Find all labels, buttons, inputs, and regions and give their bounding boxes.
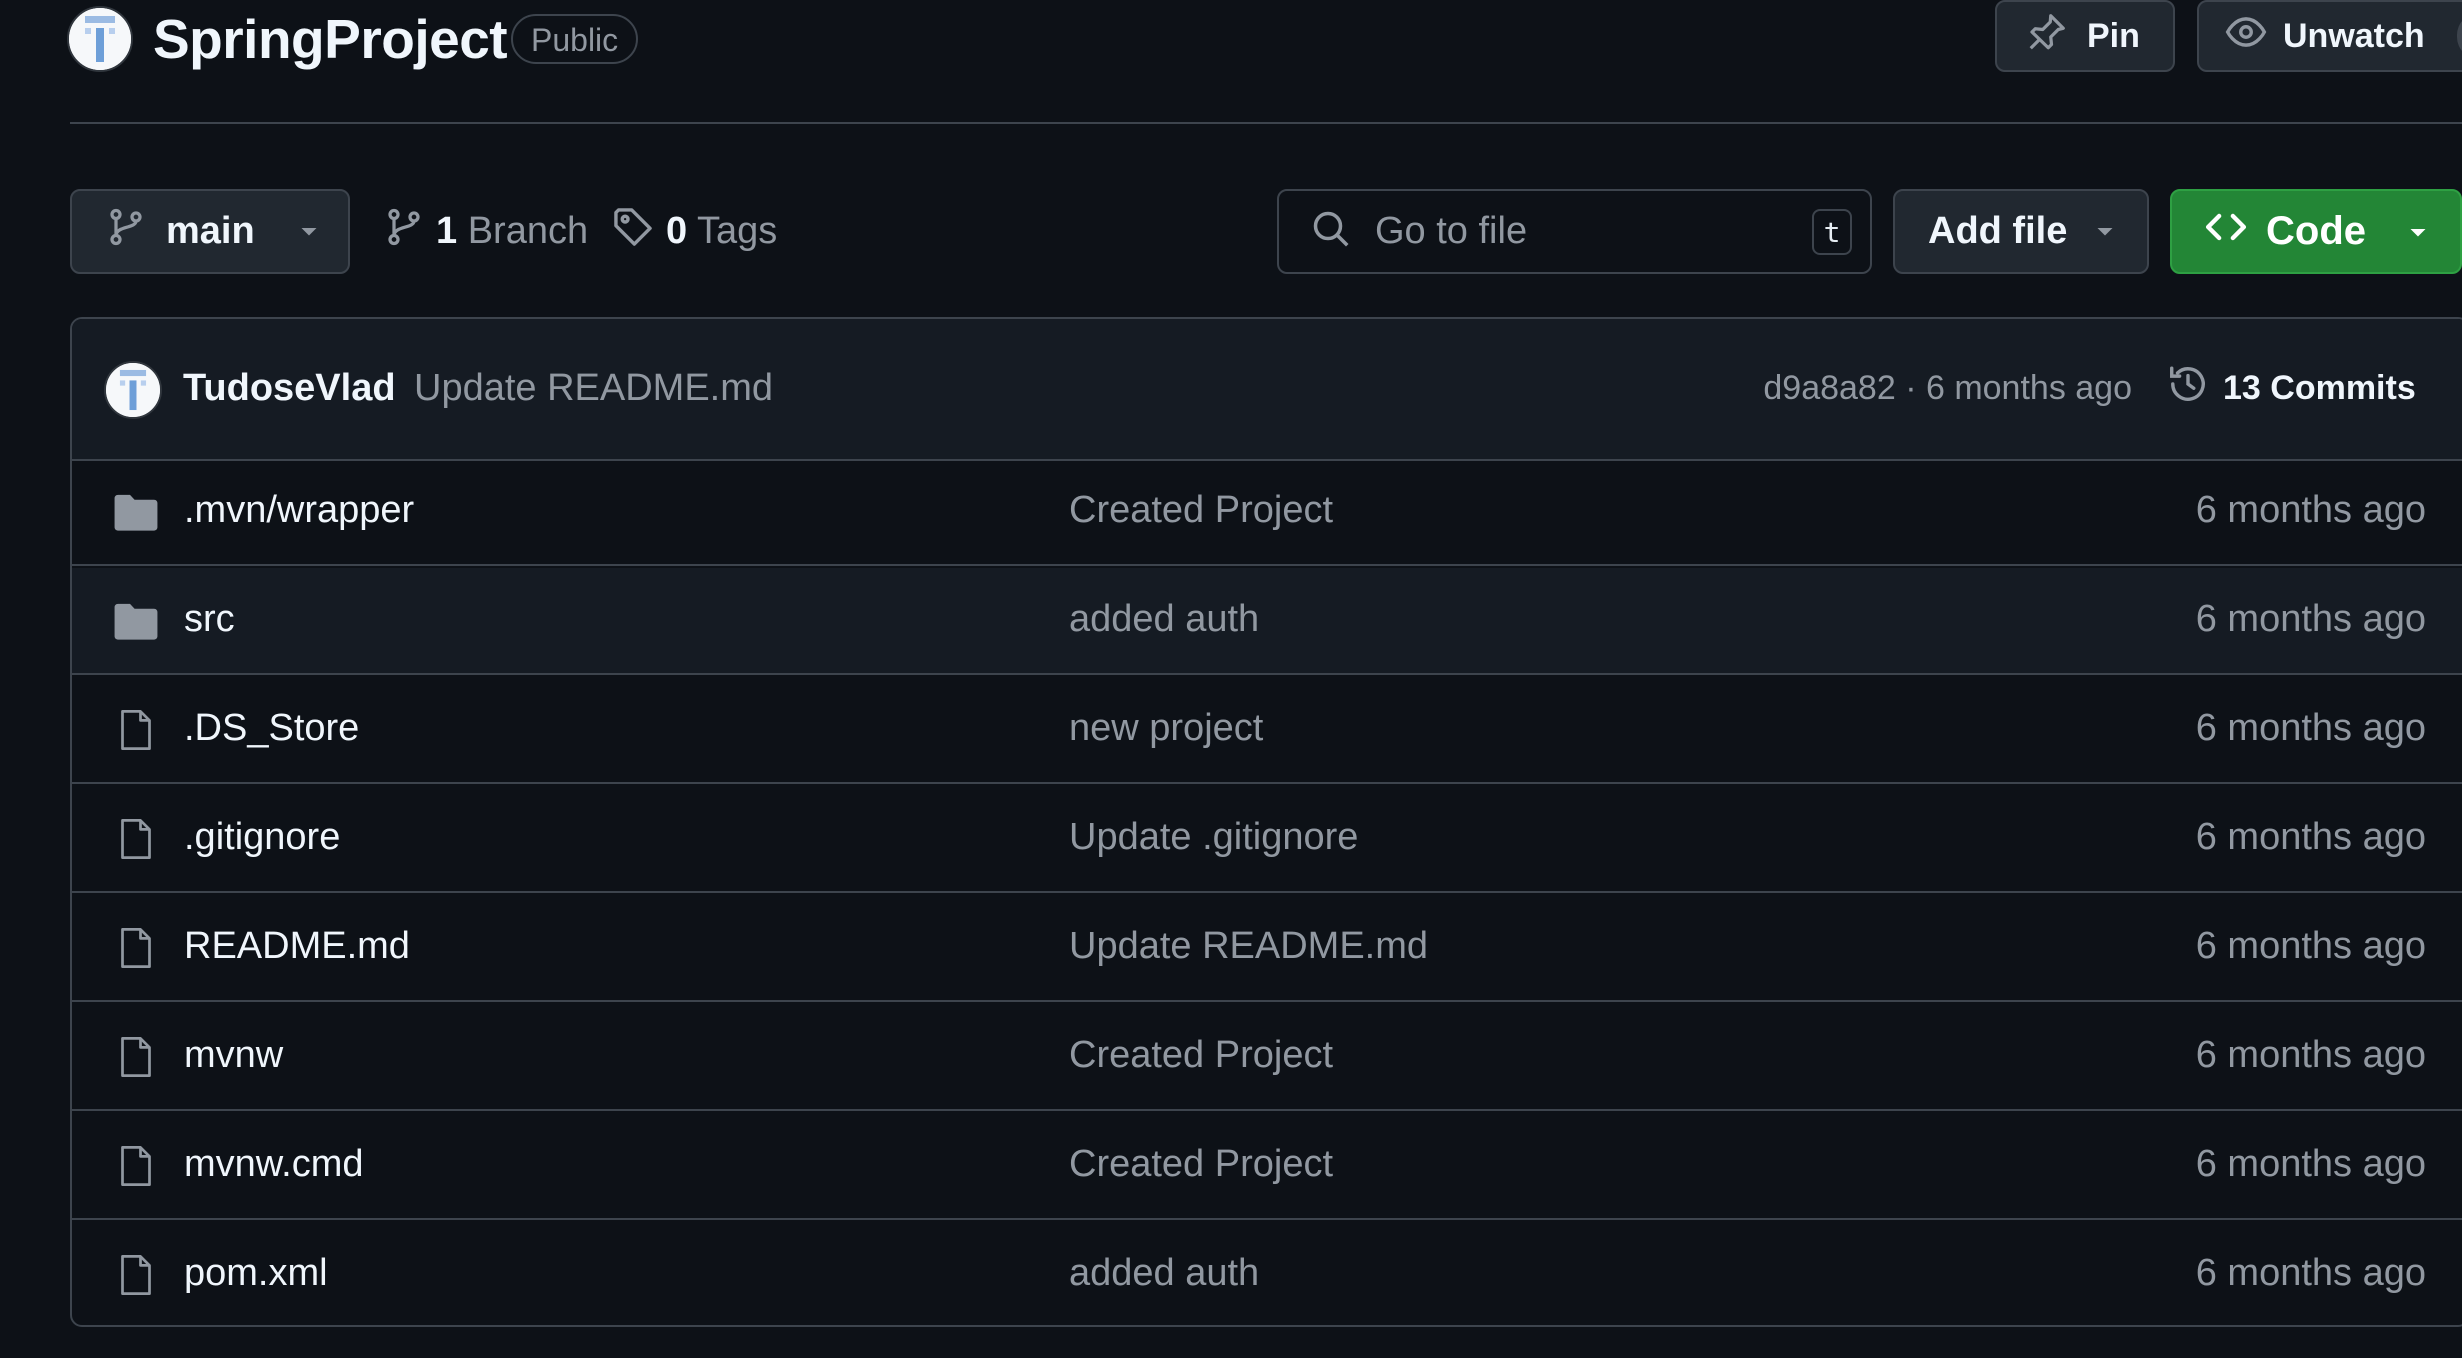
git-branch-icon: [106, 207, 146, 257]
tags-link[interactable]: 0 Tags: [612, 189, 777, 274]
file-row[interactable]: README.md Update README.md 6 months ago: [72, 895, 2462, 1002]
folder-icon: [110, 487, 162, 537]
branch-selector[interactable]: main: [70, 189, 350, 274]
file-name[interactable]: .mvn/wrapper: [184, 489, 414, 532]
commit-author[interactable]: TudoseVlad: [183, 367, 396, 410]
file-name[interactable]: pom.xml: [184, 1252, 328, 1295]
file-list: TudoseVlad Update README.md d9a8a82 · 6 …: [70, 317, 2462, 1327]
file-commit-message[interactable]: Created Project: [1069, 1034, 1333, 1077]
file-row[interactable]: src added auth 6 months ago: [72, 568, 2462, 675]
file-commit-time: 6 months ago: [2195, 1143, 2426, 1185]
repo-owner-avatar[interactable]: [67, 6, 133, 72]
git-branch-icon: [384, 207, 424, 257]
pin-icon: [2027, 12, 2067, 61]
file-row[interactable]: .gitignore Update .gitignore 6 months ag…: [72, 786, 2462, 893]
commits-count: 13 Commits: [2223, 368, 2416, 407]
file-commit-message[interactable]: added auth: [1069, 598, 1259, 641]
unwatch-button[interactable]: Unwatch 1: [2197, 0, 2462, 72]
file-commit-message[interactable]: new project: [1069, 707, 1263, 750]
go-to-file-input[interactable]: [1375, 210, 1775, 253]
file-commit-time: 6 months ago: [2195, 925, 2426, 967]
watch-count: 1: [2456, 13, 2462, 59]
file-commit-message[interactable]: Created Project: [1069, 1143, 1333, 1186]
file-commit-message[interactable]: added auth: [1069, 1252, 1259, 1295]
file-row[interactable]: pom.xml added auth 6 months ago: [72, 1222, 2462, 1325]
code-icon: [2204, 205, 2248, 259]
file-row[interactable]: .mvn/wrapper Created Project 6 months ag…: [72, 459, 2462, 566]
file-commit-message[interactable]: Created Project: [1069, 489, 1333, 532]
file-commit-time: 6 months ago: [2195, 1252, 2426, 1294]
file-name[interactable]: README.md: [184, 925, 410, 968]
file-commit-time: 6 months ago: [2195, 707, 2426, 749]
commit-author-avatar[interactable]: [104, 361, 162, 419]
chevron-down-icon: [297, 210, 321, 253]
repo-name[interactable]: SpringProject: [153, 6, 508, 72]
file-commit-time: 6 months ago: [2195, 598, 2426, 640]
file-row[interactable]: .DS_Store new project 6 months ago: [72, 677, 2462, 784]
file-name[interactable]: .DS_Store: [184, 707, 359, 750]
branches-link[interactable]: 1 Branch: [384, 189, 588, 274]
file-icon: [110, 814, 162, 864]
unwatch-label: Unwatch: [2283, 16, 2425, 55]
commit-message[interactable]: Update README.md: [414, 367, 773, 410]
code-button[interactable]: Code: [2170, 189, 2462, 274]
branch-name: main: [166, 210, 255, 252]
file-icon: [110, 1141, 162, 1191]
history-icon: [2167, 363, 2209, 414]
file-row[interactable]: mvnw.cmd Created Project 6 months ago: [72, 1113, 2462, 1220]
commit-sha-time[interactable]: d9a8a82 · 6 months ago: [1763, 369, 2132, 408]
file-name[interactable]: src: [184, 598, 235, 641]
file-commit-time: 6 months ago: [2195, 816, 2426, 858]
file-commit-message[interactable]: Update .gitignore: [1069, 816, 1358, 859]
header-divider: [70, 122, 2462, 124]
file-icon: [110, 1250, 162, 1300]
search-icon: [1311, 209, 1351, 254]
file-row[interactable]: mvnw Created Project 6 months ago: [72, 1004, 2462, 1111]
search-shortcut-key: t: [1812, 209, 1852, 255]
eye-icon: [2225, 11, 2267, 62]
file-commit-time: 6 months ago: [2195, 1034, 2426, 1076]
file-icon: [110, 923, 162, 973]
chevron-down-icon: [2093, 210, 2117, 253]
pin-label: Pin: [2087, 16, 2140, 55]
file-icon: [110, 705, 162, 755]
tag-word: Tags: [697, 210, 778, 252]
branch-count: 1: [436, 210, 458, 252]
file-name[interactable]: .gitignore: [184, 816, 340, 859]
tag-count: 0: [666, 210, 688, 252]
latest-commit-bar: TudoseVlad Update README.md d9a8a82 · 6 …: [72, 319, 2462, 461]
chevron-down-icon: [2406, 209, 2430, 254]
visibility-badge: Public: [511, 14, 639, 64]
file-commit-message[interactable]: Update README.md: [1069, 925, 1428, 968]
add-file-button[interactable]: Add file: [1893, 189, 2149, 274]
file-name[interactable]: mvnw: [184, 1034, 283, 1077]
file-commit-time: 6 months ago: [2195, 489, 2426, 531]
file-name[interactable]: mvnw.cmd: [184, 1143, 363, 1186]
go-to-file-search[interactable]: t: [1277, 189, 1872, 274]
commits-history-link[interactable]: 13 Commits: [2167, 363, 2416, 413]
tag-icon: [612, 206, 654, 258]
file-icon: [110, 1032, 162, 1082]
branch-word: Branch: [467, 210, 589, 252]
code-label: Code: [2266, 209, 2366, 253]
folder-icon: [110, 596, 162, 646]
pin-button[interactable]: Pin: [1995, 0, 2175, 72]
add-file-label: Add file: [1928, 210, 2068, 252]
